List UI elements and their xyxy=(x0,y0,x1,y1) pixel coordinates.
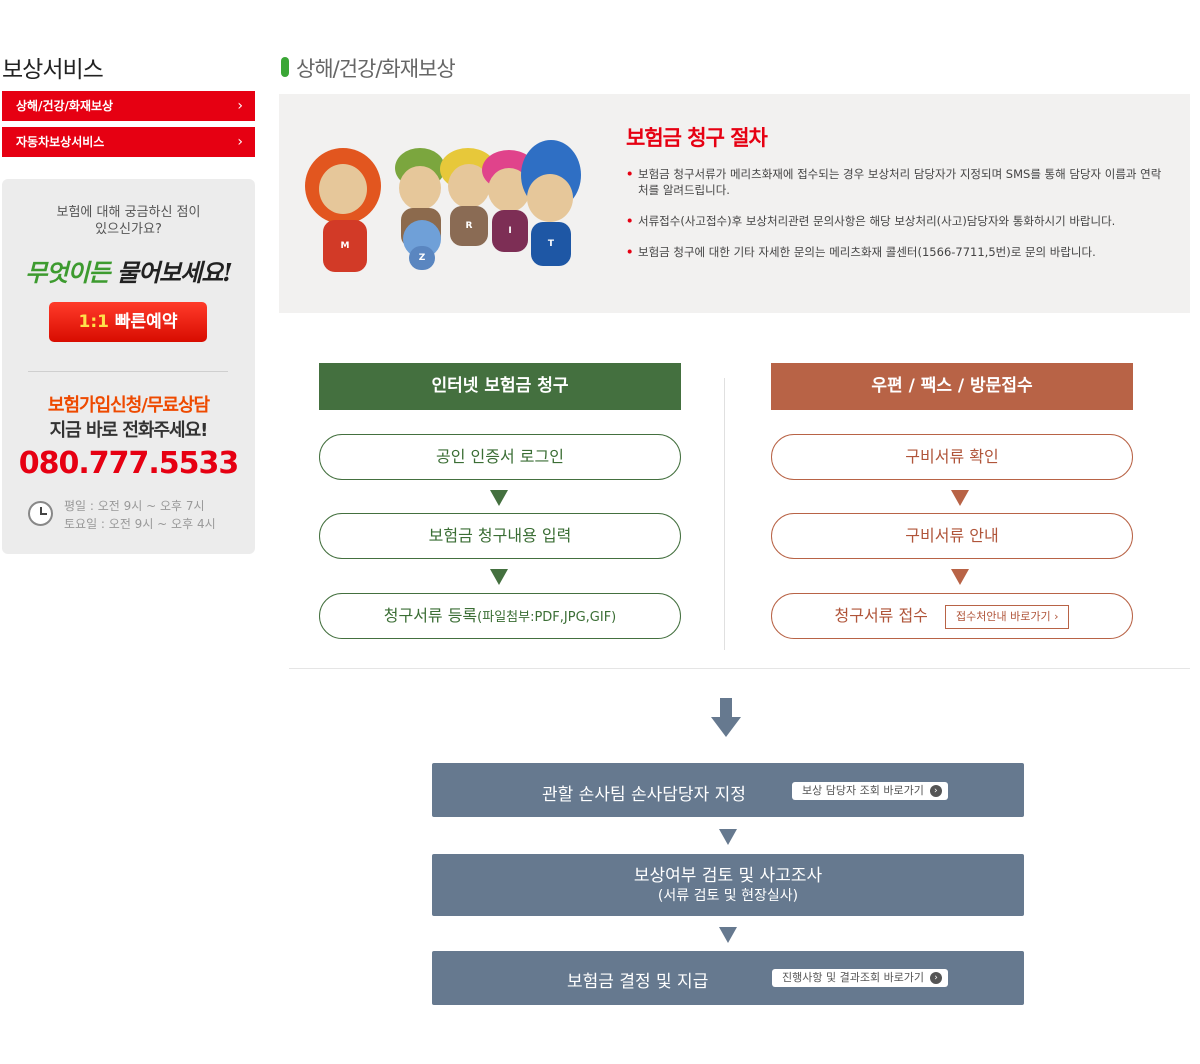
claim-procedure-title: 보험금 청구 절차 xyxy=(626,126,768,150)
arrow-down-icon xyxy=(490,490,508,506)
step-assign-adjuster: 관할 손사팀 손사담당자 지정 보상 담당자 조회 바로가기 › xyxy=(432,763,1024,817)
step-claim-input[interactable]: 보험금 청구내용 입력 xyxy=(319,513,681,559)
sidebar-title: 보상서비스 xyxy=(2,57,104,83)
arrow-down-icon xyxy=(490,569,508,585)
consult-box: 보험에 대해 궁금하신 점이 있으신가요? 무엇이든 물어보세요! 1:1 빠른… xyxy=(2,179,255,554)
mascot-letter: Z xyxy=(409,246,435,270)
ask-anything-text: 무엇이든 물어보세요! xyxy=(25,258,233,287)
step-decision-payment: 보험금 결정 및 지급 진행사항 및 결과조회 바로가기 › xyxy=(432,951,1024,1005)
arrow-down-icon xyxy=(951,490,969,506)
step-document-submit: 청구서류 접수 접수처안내 바로가기 › xyxy=(771,593,1133,639)
chevron-circle-icon: › xyxy=(929,785,942,797)
chevron-right-icon: › xyxy=(1054,609,1059,623)
arrow-down-icon xyxy=(719,927,737,943)
step-document-upload[interactable]: 청구서류 등록(파일첨부:PDF,JPG,GIF) xyxy=(319,593,681,639)
call-now-label: 지금 바로 전화주세요! xyxy=(49,420,209,441)
arrow-down-icon xyxy=(951,569,969,585)
step-certificate-login[interactable]: 공인 인증서 로그인 xyxy=(319,434,681,480)
step-document-guide: 구비서류 안내 xyxy=(771,513,1133,559)
quick-reservation-button[interactable]: 1:1 빠른예약 xyxy=(49,302,207,342)
sidebar-item-label: 상해/건강/화재보상 xyxy=(16,99,114,113)
arrow-down-icon xyxy=(719,829,737,845)
adjuster-lookup-link[interactable]: 보상 담당자 조회 바로가기 › xyxy=(792,782,948,800)
page-title: 상해/건강/화재보상 xyxy=(296,57,456,81)
step-check-documents: 구비서류 확인 xyxy=(771,434,1133,480)
title-marker-icon xyxy=(281,57,289,77)
sidebar-item-auto-claims[interactable]: 자동차보상서비스 › xyxy=(2,127,255,157)
phone-number: 080.777.5533 xyxy=(18,446,240,481)
offline-claim-header: 우편 / 팩스 / 방문접수 xyxy=(771,363,1133,410)
reception-guide-link[interactable]: 접수처안내 바로가기 › xyxy=(945,604,1070,629)
clock-icon xyxy=(28,501,53,526)
big-arrow-down-icon xyxy=(720,698,732,718)
subscription-consult-label: 보험가입신청/무료상담 xyxy=(47,395,210,416)
chevron-circle-icon: › xyxy=(930,972,943,984)
internet-claim-header: 인터넷 보험금 청구 xyxy=(319,363,681,410)
business-hours: 평일 : 오전 9시 ~ 오후 7시 토요일 : 오전 9시 ~ 오후 4시 xyxy=(64,499,216,531)
chevron-right-icon: › xyxy=(237,134,243,150)
mascot-letter: T xyxy=(531,222,571,266)
sidebar-item-label: 자동차보상서비스 xyxy=(16,135,105,149)
list-item: 보험금 청구서류가 메리츠화재에 접수되는 경우 보상처리 담당자가 지정되며 … xyxy=(626,166,1171,198)
list-item: 보험금 청구에 대한 기타 자세한 문의는 메리츠화재 콜센터(1566-771… xyxy=(626,244,1171,260)
mascot-characters-illustration: M E R I T Z xyxy=(305,140,585,290)
chevron-right-icon: › xyxy=(237,98,243,114)
sidebar-item-injury-health-fire[interactable]: 상해/건강/화재보상 › xyxy=(2,91,255,121)
step-review-investigation: 보상여부 검토 및 사고조사 (서류 검토 및 현장실사) xyxy=(432,854,1024,916)
claim-notice-list: 보험금 청구서류가 메리츠화재에 접수되는 경우 보상처리 담당자가 지정되며 … xyxy=(626,166,1171,275)
mascot-letter: M xyxy=(323,220,367,272)
progress-result-link[interactable]: 진행사항 및 결과조회 바로가기 › xyxy=(772,969,949,987)
divider xyxy=(28,371,228,372)
consult-question: 보험에 대해 궁금하신 점이 있으신가요? xyxy=(56,205,201,237)
section-divider xyxy=(289,668,1190,669)
column-divider xyxy=(724,378,725,650)
list-item: 서류접수(사고접수)후 보상처리관련 문의사항은 해당 보상처리(사고)담당자와… xyxy=(626,213,1171,229)
big-arrow-down-head-icon xyxy=(711,717,741,737)
